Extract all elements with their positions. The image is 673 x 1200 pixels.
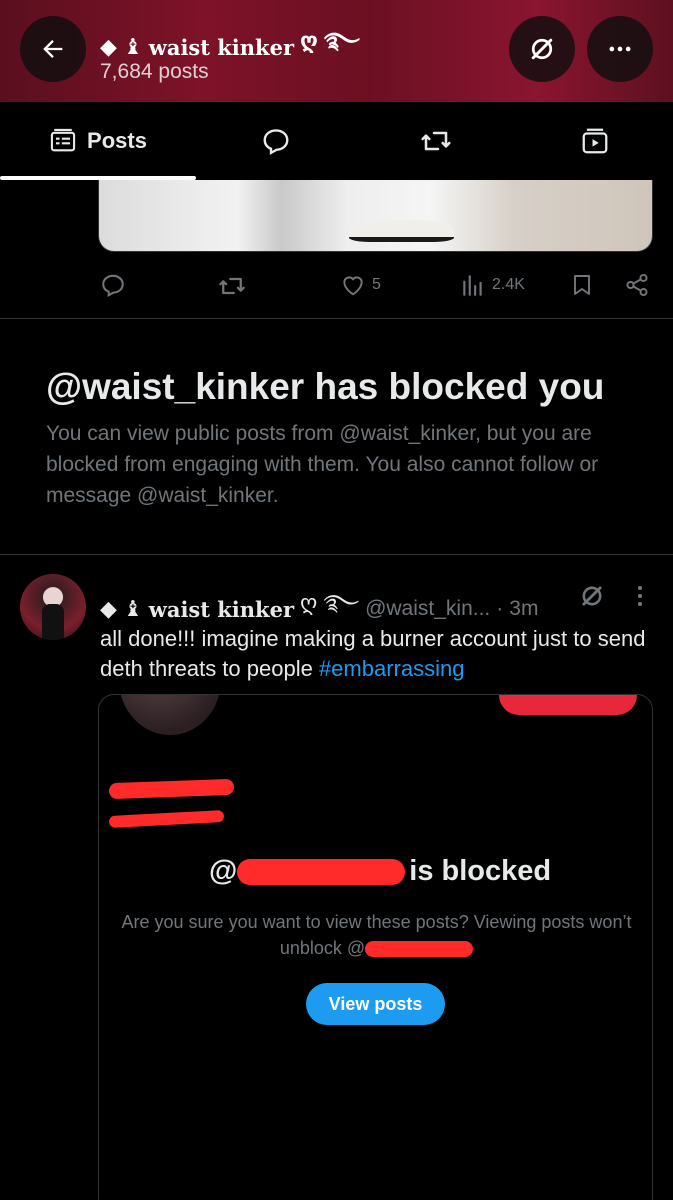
repost-button[interactable] bbox=[218, 272, 246, 300]
avatar-figure bbox=[42, 604, 64, 640]
reply-button[interactable] bbox=[100, 272, 126, 298]
post-more-button[interactable] bbox=[630, 582, 650, 615]
separator-dot: · bbox=[496, 597, 504, 620]
blocked-title: @waist_kinker has blocked you bbox=[46, 366, 605, 407]
tab-reposts[interactable] bbox=[356, 102, 516, 180]
tab-posts[interactable]: Posts bbox=[0, 102, 196, 180]
name-decor-suffix: ღ ࿐ bbox=[300, 28, 360, 53]
post-image[interactable] bbox=[98, 180, 653, 252]
posts-icon bbox=[50, 128, 76, 152]
replies-icon bbox=[263, 129, 289, 155]
image-detail bbox=[349, 220, 454, 242]
name-decor-prefix: ◆ ♝ bbox=[100, 596, 143, 621]
redaction-mark bbox=[365, 941, 474, 958]
heart-icon bbox=[343, 276, 363, 296]
redaction-mark bbox=[237, 859, 406, 886]
bookmark-button[interactable] bbox=[570, 272, 594, 298]
views-icon bbox=[463, 275, 482, 296]
embedded-avatar bbox=[119, 695, 221, 735]
tab-media[interactable] bbox=[516, 102, 673, 180]
more-horizontal-icon bbox=[609, 46, 631, 52]
reply-icon bbox=[102, 274, 124, 298]
blocked-suffix: is blocked bbox=[409, 855, 552, 887]
reposts-icon bbox=[421, 131, 451, 151]
grok-icon bbox=[582, 586, 602, 606]
share-icon bbox=[626, 273, 648, 297]
embedded-blocked-title: @ is blocked bbox=[209, 855, 551, 888]
post-timestamp[interactable]: 3m bbox=[509, 597, 538, 621]
name-decor-prefix: ◆ ♝ bbox=[100, 34, 143, 59]
profile-header: ◆ ♝ waist kinker ღ ࿐ 7,684 posts bbox=[0, 0, 673, 102]
grok-button[interactable] bbox=[509, 16, 575, 82]
view-count: 2.4K bbox=[492, 276, 525, 293]
divider bbox=[0, 554, 673, 555]
tab-posts-label: Posts bbox=[87, 128, 147, 153]
post-author-handle[interactable]: @waist_kin... bbox=[365, 597, 490, 621]
more-button[interactable] bbox=[587, 16, 653, 82]
post-actions: 5 2.4K bbox=[0, 262, 673, 312]
blocked-at: @ bbox=[209, 855, 238, 887]
embedded-description: Are you sure you want to view these post… bbox=[119, 909, 634, 961]
views-button[interactable]: 2.4K bbox=[460, 272, 525, 298]
embedded-red-button bbox=[499, 695, 637, 715]
post-count: 7,684 posts bbox=[100, 60, 209, 83]
view-posts-button[interactable]: View posts bbox=[306, 983, 445, 1025]
embedded-image[interactable]: @ is blocked Are you sure you want to vie… bbox=[98, 694, 653, 1200]
arrow-left-icon bbox=[43, 40, 63, 58]
back-button[interactable] bbox=[20, 16, 86, 82]
tab-replies[interactable] bbox=[196, 102, 356, 180]
media-icon bbox=[582, 128, 607, 154]
redaction-mark bbox=[108, 809, 225, 829]
hashtag-link[interactable]: #embarrassing bbox=[319, 656, 465, 681]
display-name: waist kinker bbox=[148, 34, 295, 60]
redaction-mark bbox=[108, 778, 235, 800]
grok-icon bbox=[531, 38, 553, 60]
more-vertical-icon bbox=[638, 586, 642, 606]
like-count: 5 bbox=[372, 276, 381, 293]
repost-icon bbox=[219, 277, 245, 295]
divider bbox=[0, 318, 673, 319]
bookmark-icon bbox=[574, 275, 590, 295]
like-button[interactable]: 5 bbox=[340, 272, 381, 298]
profile-tabs: Posts bbox=[0, 102, 673, 180]
share-button[interactable] bbox=[624, 272, 650, 298]
grok-button[interactable] bbox=[578, 582, 606, 615]
blocked-description: You can view public posts from @waist_ki… bbox=[46, 422, 599, 507]
post-author-name[interactable]: waist kinker bbox=[149, 597, 294, 622]
post-text: all done!!! imagine making a burner acco… bbox=[100, 624, 660, 684]
avatar[interactable] bbox=[20, 574, 86, 640]
